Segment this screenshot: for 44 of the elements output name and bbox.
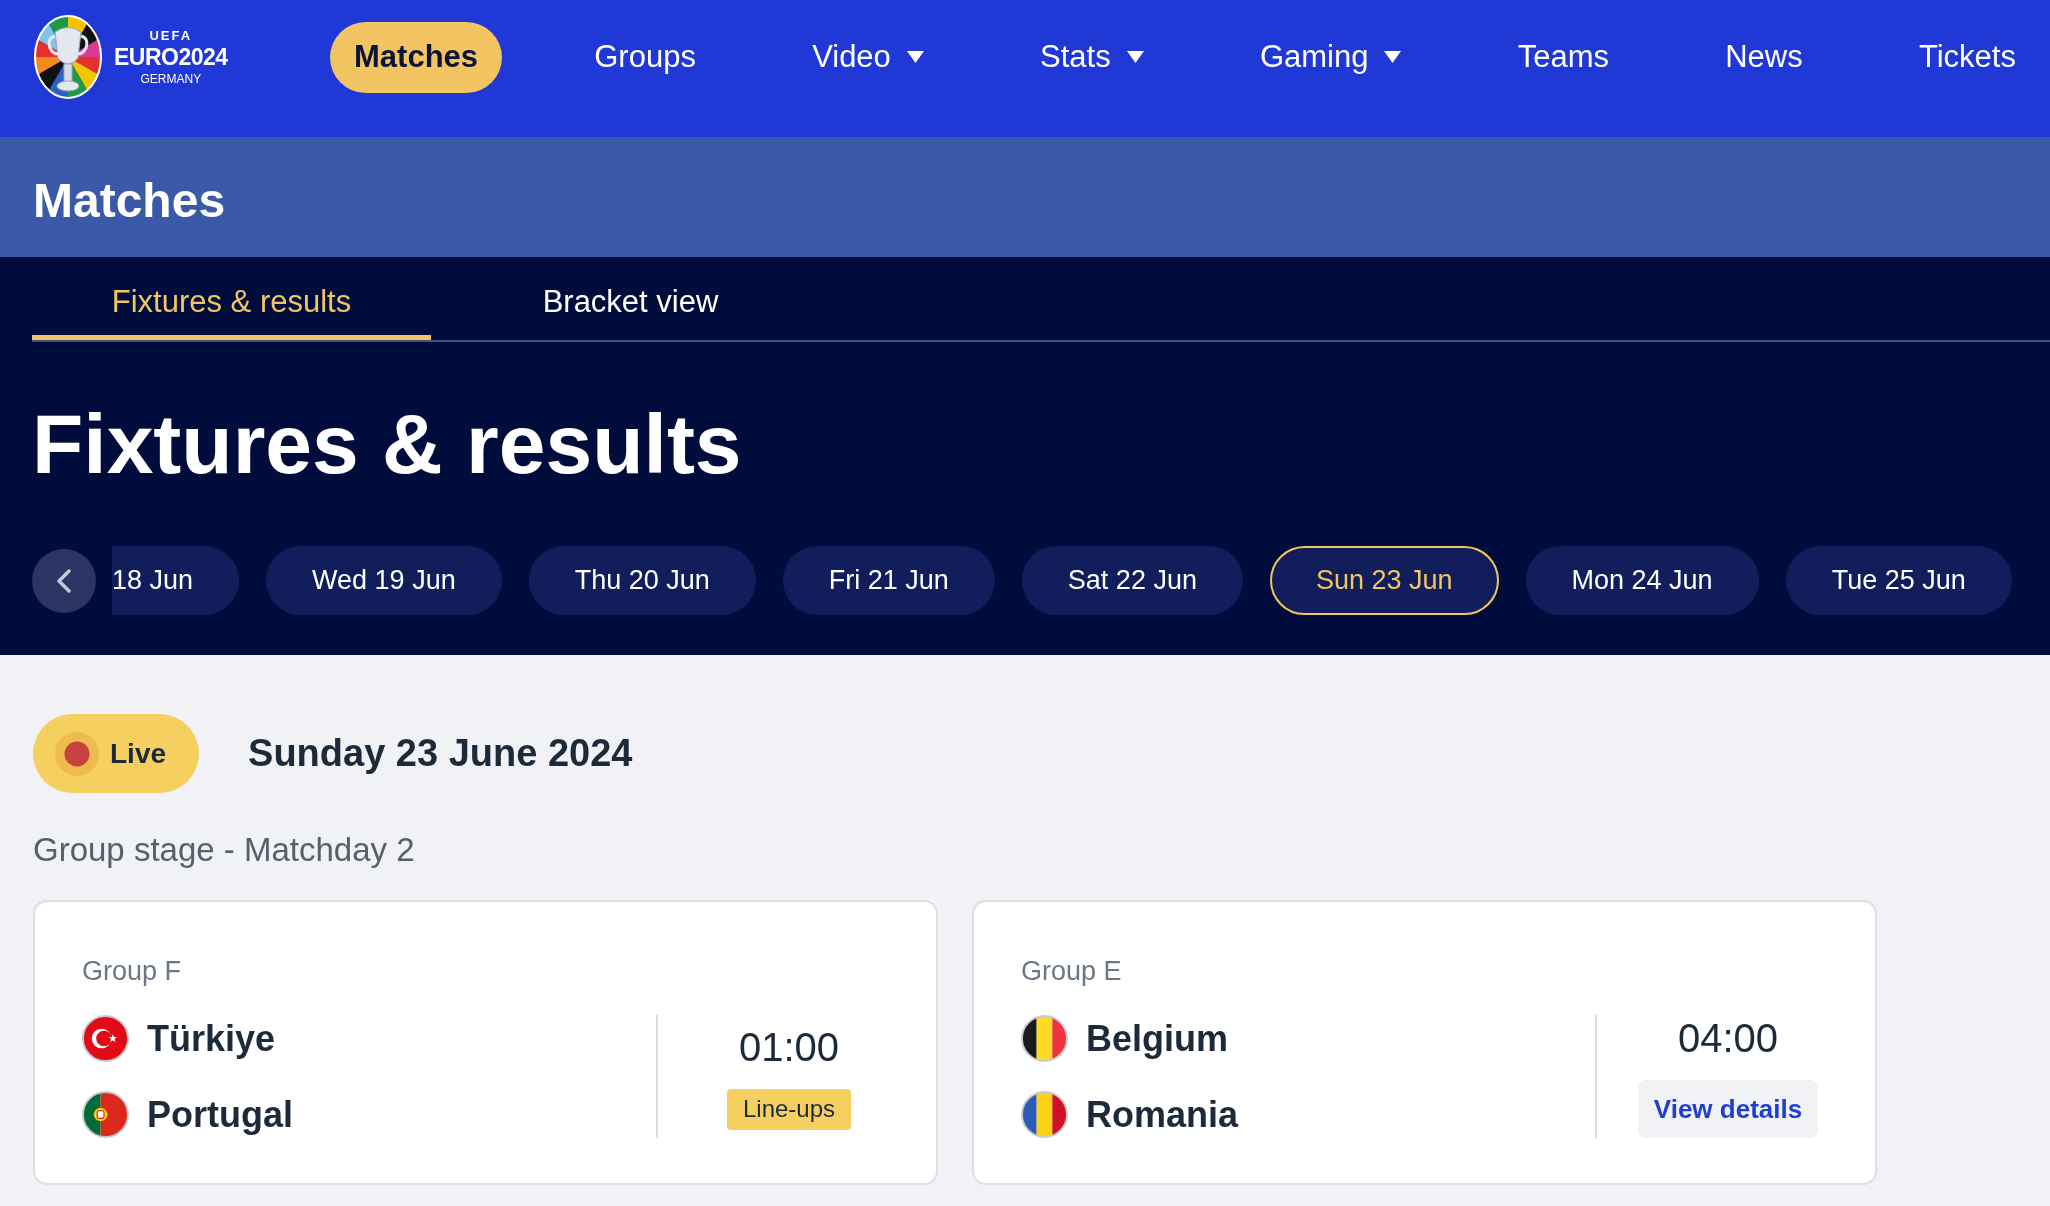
section-heading: Fixtures & results: [32, 402, 742, 486]
nav-link[interactable]: Matches: [330, 21, 503, 93]
chevron-left-icon: [57, 568, 71, 593]
kickoff-time: 04:00: [1677, 1015, 1779, 1061]
date-pill[interactable]: 18 Jun: [112, 546, 240, 615]
nav-link[interactable]: Groups: [570, 21, 720, 93]
team-name: Belgium: [1086, 1016, 1228, 1061]
page-title: Matches: [33, 177, 226, 225]
nav-link[interactable]: Teams: [1493, 21, 1633, 93]
group-label: Group F: [82, 956, 182, 987]
nav-link[interactable]: Video: [788, 21, 948, 93]
logo-subtitle: GERMANY: [140, 73, 202, 85]
stage-label: Group stage - Matchday 2: [33, 831, 415, 869]
match-card[interactable]: Group E Belgium Romania 04:00 View details: [972, 900, 1877, 1185]
kickoff-time: 01:00: [738, 1023, 840, 1070]
match-card[interactable]: Group F Türkiye Portugal 01:00 Line-ups: [33, 900, 938, 1185]
trophy-emblem-icon: [33, 14, 103, 100]
tab[interactable]: Fixtures & results: [32, 257, 431, 340]
date-pill[interactable]: Thu 20 Jun: [528, 546, 756, 615]
caret-icon: [1384, 51, 1402, 63]
caret-icon: [1126, 51, 1144, 63]
logo-arc-text: UEFA: [149, 29, 193, 42]
lineups-button[interactable]: Line-ups: [726, 1088, 852, 1130]
live-label: Live: [110, 736, 167, 771]
nav-link[interactable]: Gaming: [1235, 21, 1426, 93]
live-dot-icon: [55, 731, 99, 776]
date-pill[interactable]: Mon 24 Jun: [1525, 546, 1759, 615]
view-details-button[interactable]: View details: [1637, 1080, 1819, 1138]
date-pill[interactable]: Tue 25 Jun: [1785, 546, 2012, 615]
team-name: Portugal: [147, 1092, 293, 1137]
date-pill[interactable]: Wed 19 Jun: [266, 546, 502, 615]
date-pill[interactable]: Fri 21 Jun: [782, 546, 995, 615]
logo-wordmark: EURO2024: [114, 46, 228, 69]
group-label: Group E: [1021, 956, 1122, 987]
date-pill[interactable]: Sat 22 Jun: [1021, 546, 1243, 615]
date-heading: Sunday 23 June 2024: [248, 731, 633, 776]
tab[interactable]: Bracket view: [431, 257, 830, 340]
caret-icon: [906, 51, 924, 63]
date-pill[interactable]: Sun 23 Jun: [1269, 546, 1499, 615]
nav-link[interactable]: Tickets: [1894, 21, 2040, 93]
team-name: Romania: [1086, 1092, 1239, 1137]
nav-link[interactable]: Stats: [1016, 21, 1168, 93]
nav-link[interactable]: News: [1701, 21, 1827, 93]
team-name: Türkiye: [147, 1016, 276, 1061]
